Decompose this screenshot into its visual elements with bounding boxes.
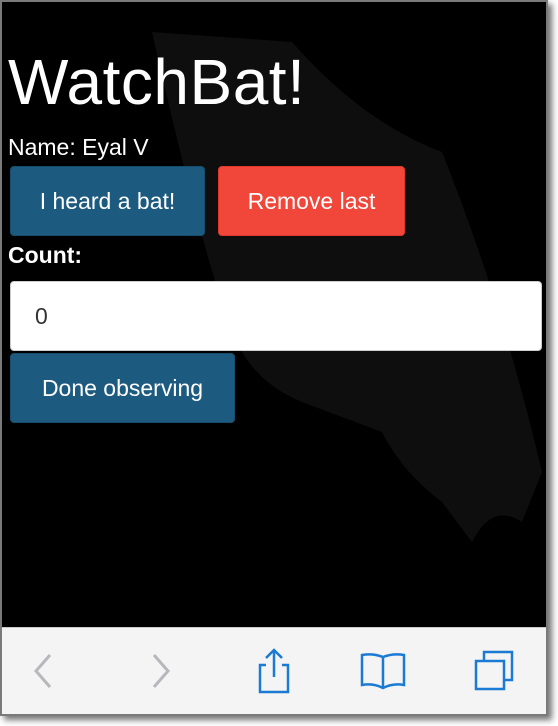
- heard-bat-button[interactable]: I heard a bat!: [10, 166, 205, 236]
- forward-button[interactable]: [134, 644, 188, 698]
- share-icon: [258, 648, 290, 694]
- back-button[interactable]: [16, 644, 70, 698]
- count-label: Count:: [8, 242, 83, 268]
- app-title: WatchBat!: [8, 46, 306, 118]
- back-icon: [34, 654, 52, 688]
- app-screen: WatchBat! Name: Eyal V I heard a bat! Re…: [0, 0, 548, 716]
- browser-toolbar: [2, 627, 546, 714]
- bookmarks-button[interactable]: [356, 644, 410, 698]
- remove-last-button[interactable]: Remove last: [218, 166, 405, 236]
- forward-icon: [152, 654, 170, 688]
- observer-name: Name: Eyal V: [8, 134, 149, 160]
- count-field[interactable]: [10, 281, 542, 351]
- share-button[interactable]: [247, 644, 301, 698]
- done-observing-button[interactable]: Done observing: [10, 353, 235, 423]
- tabs-icon: [474, 650, 514, 691]
- tabs-button[interactable]: [467, 644, 521, 698]
- bookmarks-icon: [360, 653, 406, 690]
